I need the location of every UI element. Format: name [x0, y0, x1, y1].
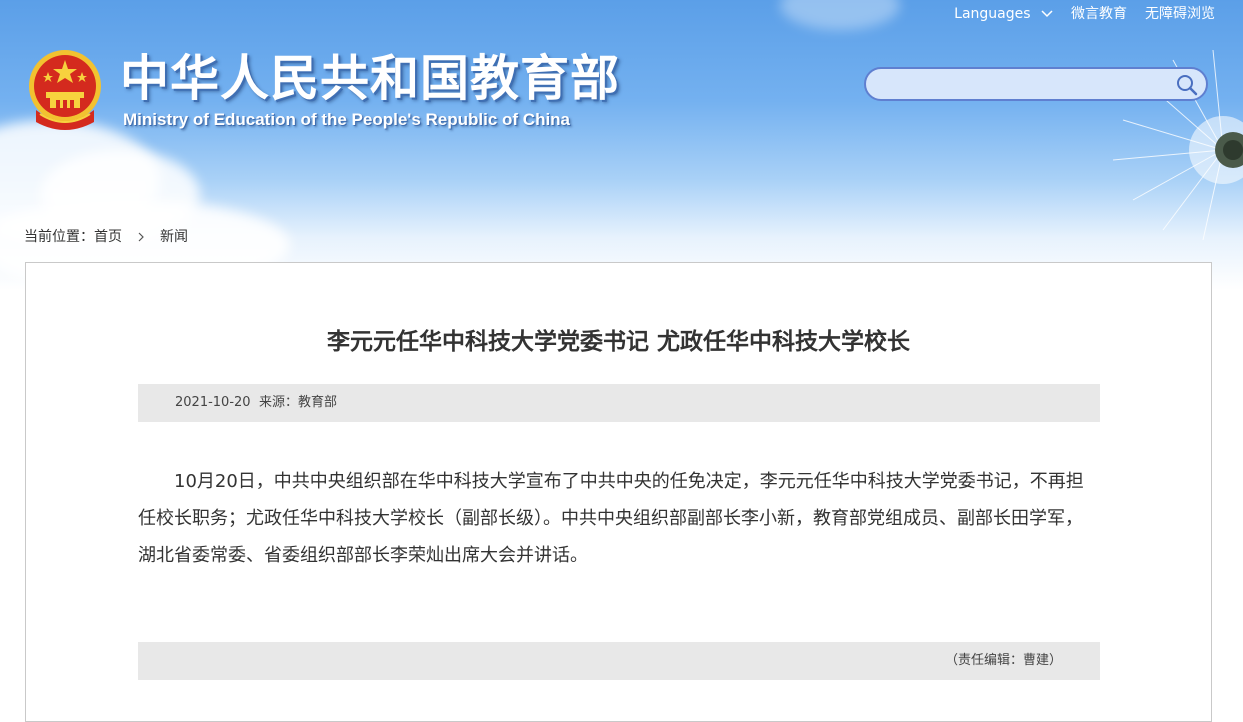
article-card: 李元元任华中科技大学党委书记 尤政任华中科技大学校长 2021-10-20 来源…: [25, 262, 1212, 722]
editor-bar: （责任编辑：曹建）: [138, 642, 1100, 680]
search-box: [864, 67, 1208, 101]
weixin-link[interactable]: 微言教育: [1071, 5, 1127, 23]
breadcrumb-prefix: 当前位置：: [24, 229, 94, 245]
article-source: 来源：教育部: [259, 395, 338, 410]
languages-label: Languages: [954, 6, 1031, 22]
article-body: 10月20日，中共中央组织部在华中科技大学宣布了中共中央的任免决定，李元元任华中…: [138, 471, 1084, 566]
chevron-down-icon: [1041, 10, 1053, 18]
breadcrumb-news-link[interactable]: 新闻: [160, 228, 188, 246]
languages-menu[interactable]: Languages: [954, 5, 1053, 23]
article-meta-bar: 2021-10-20 来源：教育部: [138, 384, 1100, 422]
search-icon[interactable]: [1176, 74, 1198, 96]
accessibility-link[interactable]: 无障碍浏览: [1145, 5, 1215, 23]
site-subtitle: Ministry of Education of the People's Re…: [123, 110, 571, 129]
article-title: 李元元任华中科技大学党委书记 尤政任华中科技大学校长: [326, 329, 910, 355]
chevron-right-icon: [138, 232, 144, 242]
header-banner: [0, 0, 1243, 290]
article-editor: （责任编辑：曹建）: [944, 653, 1062, 668]
site-title[interactable]: 中华人民共和国教育部: [120, 50, 620, 108]
search-input[interactable]: [880, 73, 1174, 97]
top-links: Languages 微言教育 无障碍浏览: [954, 5, 1215, 23]
article-date: 2021-10-20: [175, 395, 251, 410]
national-emblem-icon[interactable]: [26, 48, 104, 132]
breadcrumb: 当前位置： 首页 新闻: [24, 228, 188, 246]
breadcrumb-home-link[interactable]: 首页: [94, 228, 122, 246]
